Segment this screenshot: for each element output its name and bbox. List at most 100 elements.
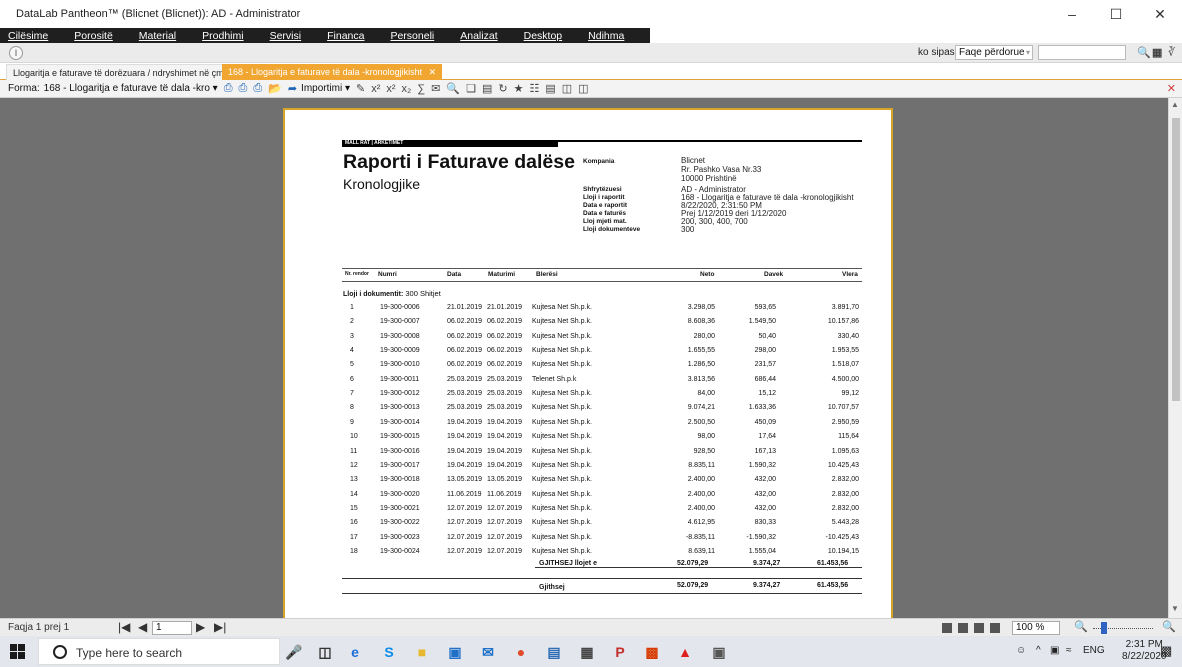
- action-center-icon[interactable]: ▩: [1160, 643, 1172, 659]
- superscript-icon[interactable]: x²: [371, 83, 380, 95]
- menu-analizat[interactable]: Analizat: [460, 30, 497, 42]
- menu-ndihma[interactable]: Ndihma: [588, 30, 624, 42]
- search-input[interactable]: [1038, 45, 1126, 60]
- cell-numri: 19-300-0009: [380, 347, 420, 355]
- print-setup-icon[interactable]: ⎙: [253, 82, 262, 95]
- save-icon[interactable]: ◫: [562, 82, 572, 95]
- windows-start-icon[interactable]: [10, 644, 26, 659]
- mail-app-icon[interactable]: ✉: [479, 643, 497, 661]
- single-page-icon[interactable]: [942, 623, 952, 633]
- language-indicator[interactable]: ENG: [1083, 645, 1105, 656]
- star-icon[interactable]: ★: [514, 82, 524, 95]
- cell-numri: 19-300-0012: [380, 390, 420, 398]
- minimize-button[interactable]: –: [1050, 0, 1094, 28]
- taskbar-search-input[interactable]: Type here to search: [38, 638, 280, 665]
- table-row: 4 19-300-0009 06.02.2019 06.02.2019 Kujtesa …: [342, 344, 862, 358]
- close-button[interactable]: ✕: [1138, 0, 1182, 28]
- export-icon[interactable]: ◫: [578, 82, 588, 95]
- menu-desktop[interactable]: Desktop: [524, 30, 563, 42]
- subscript-icon[interactable]: x₂: [402, 83, 412, 95]
- pantheon-app-icon[interactable]: ▣: [710, 643, 728, 661]
- prev-page-icon[interactable]: ◀: [138, 620, 147, 634]
- tab-dorezuara[interactable]: Llogaritja e faturave të dorëzuara / ndr…: [6, 64, 241, 80]
- import-button[interactable]: Importimi ▾: [301, 83, 350, 94]
- colorful-app-icon[interactable]: ▩: [643, 643, 661, 661]
- analytics-icon[interactable]: ▤: [545, 643, 563, 661]
- next-page-icon[interactable]: ▶: [196, 620, 205, 634]
- report-viewer[interactable]: MALL RAT | ARKETIMET Raporti i Faturave …: [0, 98, 1168, 618]
- cell-numri: 19-300-0020: [380, 490, 420, 498]
- cell-data: 12.07.2019: [447, 504, 483, 512]
- acrobat-icon[interactable]: ▲: [676, 643, 694, 661]
- microphone-icon[interactable]: 🎤: [285, 643, 303, 661]
- menu-material[interactable]: Material: [139, 30, 176, 42]
- forma-select[interactable]: 168 - Llogaritja e faturave të dala -kro…: [44, 83, 218, 94]
- sort-select[interactable]: Faqe përdorue ▾: [955, 45, 1033, 60]
- cell-vlera: 1.095,63: [831, 447, 859, 455]
- spellcheck-icon[interactable]: ∛: [1168, 46, 1175, 59]
- search-icon[interactable]: 🔍: [1137, 46, 1151, 59]
- tab-faturave-dala[interactable]: 168 - Llogaritja e faturave të dala -kro…: [222, 64, 443, 80]
- store-icon[interactable]: ▣: [446, 643, 464, 661]
- open-folder-icon[interactable]: 📂: [268, 82, 282, 95]
- notification-tray-icon[interactable]: ▣: [1050, 645, 1059, 656]
- formula-icon[interactable]: ∑: [417, 83, 425, 95]
- file-explorer-icon[interactable]: ■: [413, 643, 431, 661]
- export-arrow-icon[interactable]: ➦: [288, 82, 297, 95]
- edge-icon[interactable]: e: [346, 643, 364, 661]
- cell-vlera: 99,12: [841, 390, 859, 398]
- first-page-icon[interactable]: |◀: [118, 620, 130, 634]
- cell-bleresi: Kujtesa Net Sh.p.k.: [532, 347, 592, 355]
- maximize-button[interactable]: ☐: [1094, 0, 1138, 28]
- last-page-icon[interactable]: ▶|: [214, 620, 226, 634]
- superscript2-icon[interactable]: x²: [386, 83, 395, 95]
- two-page-icon[interactable]: [974, 623, 984, 633]
- menu-porosite[interactable]: Porositë: [74, 30, 113, 42]
- zoom-select[interactable]: 100 %: [1012, 621, 1060, 635]
- menu-personeli[interactable]: Personeli: [390, 30, 434, 42]
- tray-chevron-icon[interactable]: ^: [1036, 645, 1041, 656]
- zoom-slider-thumb[interactable]: [1101, 622, 1107, 634]
- zoom-in-icon[interactable]: 🔍: [1162, 620, 1176, 633]
- scroll-down-icon[interactable]: ▼: [1171, 604, 1179, 613]
- menu-servisi[interactable]: Servisi: [270, 30, 302, 42]
- print-icon[interactable]: ⎙: [224, 82, 233, 95]
- print-preview-icon[interactable]: ⎙: [239, 82, 248, 95]
- menu-prodhimi[interactable]: Prodhimi: [202, 30, 243, 42]
- cell-maturimi: 11.06.2019: [487, 490, 522, 498]
- grid-icon[interactable]: ▦: [1152, 46, 1162, 59]
- page-input[interactable]: 1: [152, 621, 192, 635]
- cell-nr: 3: [350, 332, 354, 340]
- page-width-icon[interactable]: [958, 623, 968, 633]
- mail-icon[interactable]: ✉: [431, 82, 440, 95]
- scroll-up-icon[interactable]: ▲: [1171, 100, 1179, 109]
- cell-bleresi: Kujtesa Net Sh.p.k.: [532, 404, 592, 412]
- calculator-icon[interactable]: ▦: [578, 643, 596, 661]
- info-icon[interactable]: I: [9, 46, 23, 60]
- multi-page-icon[interactable]: [990, 623, 1000, 633]
- total-rule-top: [342, 578, 862, 579]
- wifi-icon[interactable]: ≈: [1066, 645, 1072, 656]
- close-report-icon[interactable]: ✕: [1167, 82, 1176, 95]
- pdf-icon[interactable]: ▤: [545, 82, 555, 95]
- total-neto: 52.079,29: [677, 582, 709, 589]
- zoom-icon[interactable]: 🔍: [446, 82, 460, 95]
- col-data: Data: [447, 271, 462, 278]
- structure-icon[interactable]: ☷: [529, 82, 539, 95]
- vertical-scrollbar[interactable]: ▲ ▼: [1168, 98, 1182, 618]
- close-tab-icon[interactable]: ✕: [429, 67, 437, 77]
- chrome-icon[interactable]: ●: [512, 643, 530, 661]
- edit-icon[interactable]: ✎: [356, 82, 365, 95]
- task-view-icon[interactable]: ◫: [316, 643, 334, 661]
- cell-neto: 8.639,11: [688, 547, 715, 555]
- page-icon[interactable]: ▤: [482, 82, 492, 95]
- menu-cilesime[interactable]: Cilësime: [8, 30, 48, 42]
- refresh-icon[interactable]: ↻: [498, 82, 507, 95]
- people-icon[interactable]: ☺: [1016, 645, 1026, 656]
- skype-icon[interactable]: S: [380, 643, 398, 661]
- powerpoint-icon[interactable]: P: [611, 643, 629, 661]
- zoom-out-icon[interactable]: 🔍: [1074, 620, 1088, 633]
- menu-financa[interactable]: Financa: [327, 30, 364, 42]
- scroll-thumb[interactable]: [1172, 118, 1180, 401]
- copy-icon[interactable]: ❏: [466, 82, 476, 95]
